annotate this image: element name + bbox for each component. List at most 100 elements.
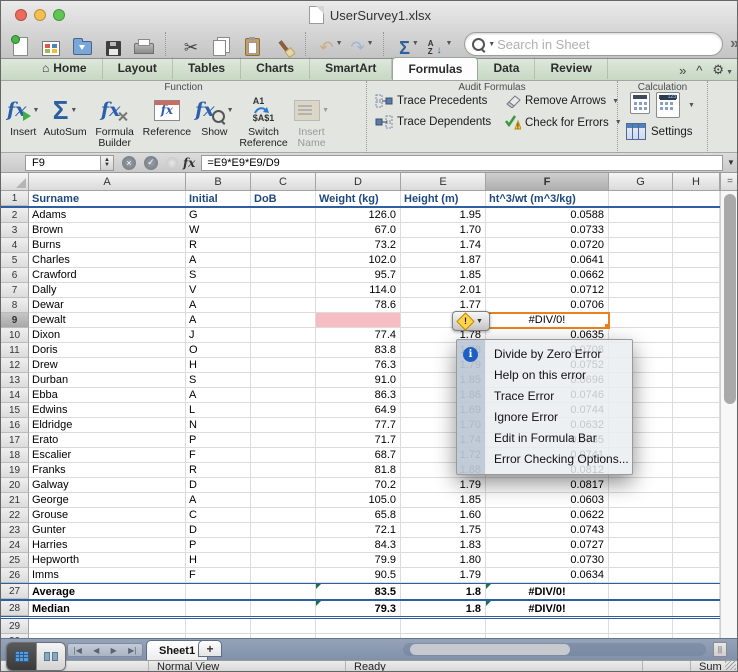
- row-header-6[interactable]: 6: [1, 268, 29, 283]
- cell[interactable]: Crawford: [29, 268, 186, 283]
- cell[interactable]: [609, 523, 673, 538]
- cell[interactable]: Erato: [29, 433, 186, 448]
- cell[interactable]: 2.01: [401, 283, 486, 298]
- cell[interactable]: 1.8: [401, 584, 486, 599]
- cell[interactable]: 0.0588: [486, 208, 609, 223]
- cell[interactable]: [609, 538, 673, 553]
- cell[interactable]: [673, 328, 720, 343]
- cell[interactable]: [186, 619, 251, 634]
- cell[interactable]: [186, 601, 251, 616]
- trace-precedents-button[interactable]: Trace Precedents: [375, 94, 491, 108]
- cell[interactable]: 78.6: [316, 298, 401, 313]
- cell[interactable]: Durban: [29, 373, 186, 388]
- cell[interactable]: [401, 619, 486, 634]
- vertical-split-handle[interactable]: =: [720, 173, 738, 191]
- cell[interactable]: P: [186, 433, 251, 448]
- formula-bar-expand-icon[interactable]: ▼: [723, 158, 738, 167]
- cell[interactable]: [316, 313, 401, 328]
- select-all-corner[interactable]: [1, 173, 29, 191]
- trace-dependents-button[interactable]: Trace Dependents: [375, 115, 491, 129]
- error-menu-item[interactable]: Error Checking Options...: [457, 449, 632, 470]
- row-header-19[interactable]: 19: [1, 463, 29, 478]
- cell[interactable]: [673, 538, 720, 553]
- cell[interactable]: [251, 358, 316, 373]
- cell[interactable]: 1.85: [401, 493, 486, 508]
- tab-formulas[interactable]: Formulas: [392, 57, 478, 80]
- switch-reference-button[interactable]: A1 $A$1 Switch Reference: [238, 94, 290, 149]
- cell[interactable]: [609, 253, 673, 268]
- tab-home[interactable]: ⌂Home: [27, 57, 103, 79]
- error-checking-dropdown-button[interactable]: ! ▼: [452, 311, 490, 331]
- calculate-now-button[interactable]: [630, 92, 650, 114]
- first-sheet-button[interactable]: |◀: [74, 646, 82, 655]
- toolbar-overflow-button[interactable]: »: [730, 35, 738, 53]
- autosum-button[interactable]: Σ▼: [397, 30, 421, 58]
- save-button[interactable]: [101, 30, 125, 58]
- cell[interactable]: A: [186, 493, 251, 508]
- cell[interactable]: Harries: [29, 538, 186, 553]
- cell[interactable]: 86.3: [316, 388, 401, 403]
- cell[interactable]: Dewar: [29, 298, 186, 313]
- cell[interactable]: 1.70: [401, 223, 486, 238]
- cell[interactable]: 0.0727: [486, 538, 609, 553]
- cell[interactable]: A: [186, 388, 251, 403]
- cell[interactable]: Hepworth: [29, 553, 186, 568]
- row-header-23[interactable]: 23: [1, 523, 29, 538]
- copy-button[interactable]: [210, 30, 234, 58]
- cell[interactable]: Charles: [29, 253, 186, 268]
- row-header-10[interactable]: 10: [1, 328, 29, 343]
- cell[interactable]: 0.0706: [486, 298, 609, 313]
- column-header-G[interactable]: G: [609, 173, 673, 191]
- cell[interactable]: [609, 601, 673, 616]
- column-header-E[interactable]: E: [401, 173, 486, 191]
- row-header-2[interactable]: 2: [1, 208, 29, 223]
- search-input[interactable]: [495, 36, 722, 53]
- cell[interactable]: 1.60: [401, 508, 486, 523]
- cell[interactable]: J: [186, 328, 251, 343]
- cell[interactable]: #DIV/0!: [486, 584, 609, 599]
- cell[interactable]: [609, 568, 673, 583]
- row-header-25[interactable]: 25: [1, 553, 29, 568]
- cell[interactable]: [251, 418, 316, 433]
- remove-arrows-button[interactable]: Remove Arrows ▼: [505, 94, 622, 108]
- cell[interactable]: 0.0622: [486, 508, 609, 523]
- cell[interactable]: [673, 478, 720, 493]
- horizontal-split-handle[interactable]: ||: [713, 642, 727, 657]
- cell[interactable]: Surname: [29, 191, 186, 206]
- cell[interactable]: 65.8: [316, 508, 401, 523]
- cell[interactable]: 81.8: [316, 463, 401, 478]
- cell[interactable]: [673, 433, 720, 448]
- cell[interactable]: 0.0603: [486, 493, 609, 508]
- cell[interactable]: [673, 568, 720, 583]
- cell[interactable]: [609, 553, 673, 568]
- cell[interactable]: 70.2: [316, 478, 401, 493]
- cell[interactable]: ht^3/wt (m^3/kg): [486, 191, 609, 206]
- cell[interactable]: H: [186, 358, 251, 373]
- tab-review[interactable]: Review: [535, 57, 607, 79]
- cell[interactable]: 0.0743: [486, 523, 609, 538]
- cell[interactable]: [609, 493, 673, 508]
- redo-button[interactable]: ↷▼: [350, 30, 374, 58]
- cell[interactable]: C: [186, 508, 251, 523]
- cell[interactable]: 1.8: [401, 601, 486, 616]
- cell[interactable]: V: [186, 283, 251, 298]
- cell[interactable]: Burns: [29, 238, 186, 253]
- sort-button[interactable]: AZ ↓ ▼: [428, 30, 452, 58]
- cell[interactable]: 1.85: [401, 268, 486, 283]
- cell[interactable]: L: [186, 403, 251, 418]
- cell[interactable]: [251, 223, 316, 238]
- cell[interactable]: [251, 463, 316, 478]
- cell[interactable]: 95.7: [316, 268, 401, 283]
- search-caret-icon[interactable]: ▼: [488, 41, 495, 48]
- cell[interactable]: [673, 619, 720, 634]
- collapse-ribbon-button[interactable]: ^: [696, 63, 702, 78]
- cell[interactable]: [251, 298, 316, 313]
- cell[interactable]: 1.75: [401, 523, 486, 538]
- cell[interactable]: D: [186, 478, 251, 493]
- cell[interactable]: Height (m): [401, 191, 486, 206]
- sort-caret-icon[interactable]: ▼: [446, 40, 453, 47]
- cell[interactable]: [251, 601, 316, 616]
- cell[interactable]: [673, 463, 720, 478]
- cell[interactable]: Ebba: [29, 388, 186, 403]
- cell[interactable]: [186, 584, 251, 599]
